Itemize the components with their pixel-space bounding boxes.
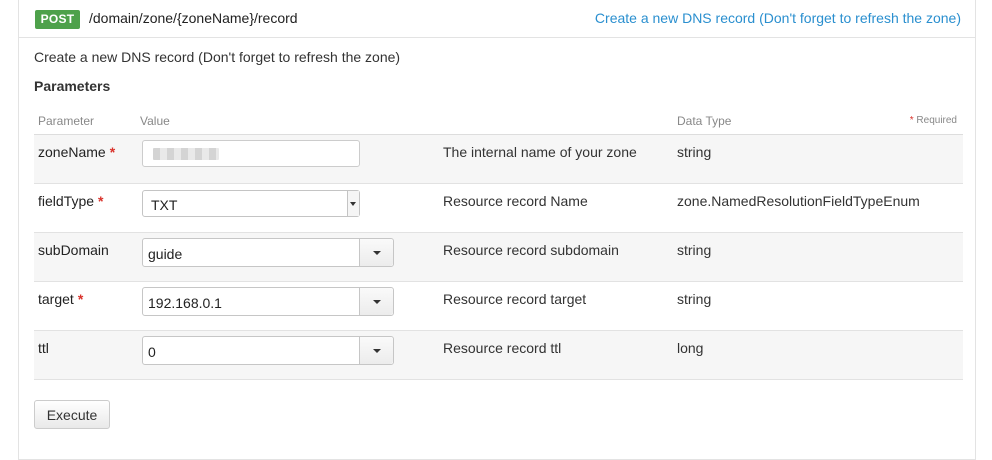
param-data-type: string <box>677 291 712 307</box>
table-row: ttl 0 Resource record ttl long <box>34 331 963 380</box>
target-combobox[interactable]: 192.168.0.1 <box>142 287 394 316</box>
ttl-combobox[interactable]: 0 <box>142 336 394 365</box>
ttl-value: 0 <box>148 344 156 360</box>
param-data-type: string <box>677 242 712 258</box>
param-data-type: zone.NamedResolutionFieldTypeEnum <box>677 193 920 209</box>
chevron-down-icon <box>350 202 356 206</box>
table-row: target * 192.168.0.1 Resource record targ… <box>34 282 963 331</box>
field-type-dropdown-button[interactable] <box>347 191 359 216</box>
redacted-value <box>153 148 219 160</box>
param-name-label: ttl <box>38 340 49 356</box>
required-star: * <box>109 144 116 160</box>
param-description: Resource record target <box>443 291 587 307</box>
method-badge: POST <box>35 10 80 29</box>
field-type-select[interactable]: TXT <box>142 190 360 217</box>
sub-domain-value: guide <box>148 246 183 262</box>
field-type-value: TXT <box>151 197 178 213</box>
column-header-data-type: Data Type <box>677 114 732 128</box>
chevron-down-icon <box>373 300 381 304</box>
param-description: The internal name of your zone <box>443 144 637 160</box>
sub-domain-combobox[interactable]: guide <box>142 238 394 267</box>
param-name-label: subDomain <box>38 242 109 258</box>
target-value: 192.168.0.1 <box>148 295 222 311</box>
ttl-dropdown-button[interactable] <box>359 337 393 364</box>
required-note-star: * <box>909 115 914 126</box>
param-name: zoneName * <box>38 144 115 160</box>
table-row: zoneName * The internal name of your zone… <box>34 135 963 184</box>
operation-path[interactable]: /domain/zone/{zoneName}/record <box>89 10 298 26</box>
param-data-type: long <box>677 340 704 356</box>
api-operation-page: POST /domain/zone/{zoneName}/record Crea… <box>0 0 992 460</box>
param-description: Resource record ttl <box>443 340 562 356</box>
param-name: ttl <box>38 340 53 356</box>
param-name: subDomain <box>38 242 113 258</box>
required-note-label: Required <box>916 115 957 126</box>
parameters-table-header: Parameter Value Data Type * Required <box>34 105 963 135</box>
required-star: * <box>77 291 84 307</box>
table-row: subDomain guide Resource record subdomai… <box>34 233 963 282</box>
operation-summary-link[interactable]: Create a new DNS record (Don't forget to… <box>595 10 961 26</box>
param-description: Resource record subdomain <box>443 242 619 258</box>
column-header-value: Value <box>140 114 170 128</box>
execute-button[interactable]: Execute <box>34 400 110 429</box>
param-name-label: zoneName <box>38 144 106 160</box>
chevron-down-icon <box>373 349 381 353</box>
parameters-table: Parameter Value Data Type * Required zon… <box>34 105 963 380</box>
param-name-label: fieldType <box>38 193 95 209</box>
chevron-down-icon <box>373 251 381 255</box>
param-name: fieldType * <box>38 193 104 209</box>
zone-name-input[interactable] <box>142 140 360 167</box>
target-dropdown-button[interactable] <box>359 288 393 315</box>
operation-description: Create a new DNS record (Don't forget to… <box>34 49 401 65</box>
operation-header[interactable]: POST /domain/zone/{zoneName}/record Crea… <box>18 0 976 38</box>
required-note: * Required <box>910 115 957 126</box>
param-name: target * <box>38 291 83 307</box>
param-data-type: string <box>677 144 712 160</box>
column-header-parameter: Parameter <box>38 114 95 128</box>
sub-domain-dropdown-button[interactable] <box>359 239 393 266</box>
parameters-heading: Parameters <box>34 78 111 94</box>
param-name-label: target <box>38 291 74 307</box>
required-star: * <box>98 193 104 209</box>
param-description: Resource record Name <box>443 193 588 209</box>
table-row: fieldType * TXT Resource record Name zone… <box>34 184 963 233</box>
